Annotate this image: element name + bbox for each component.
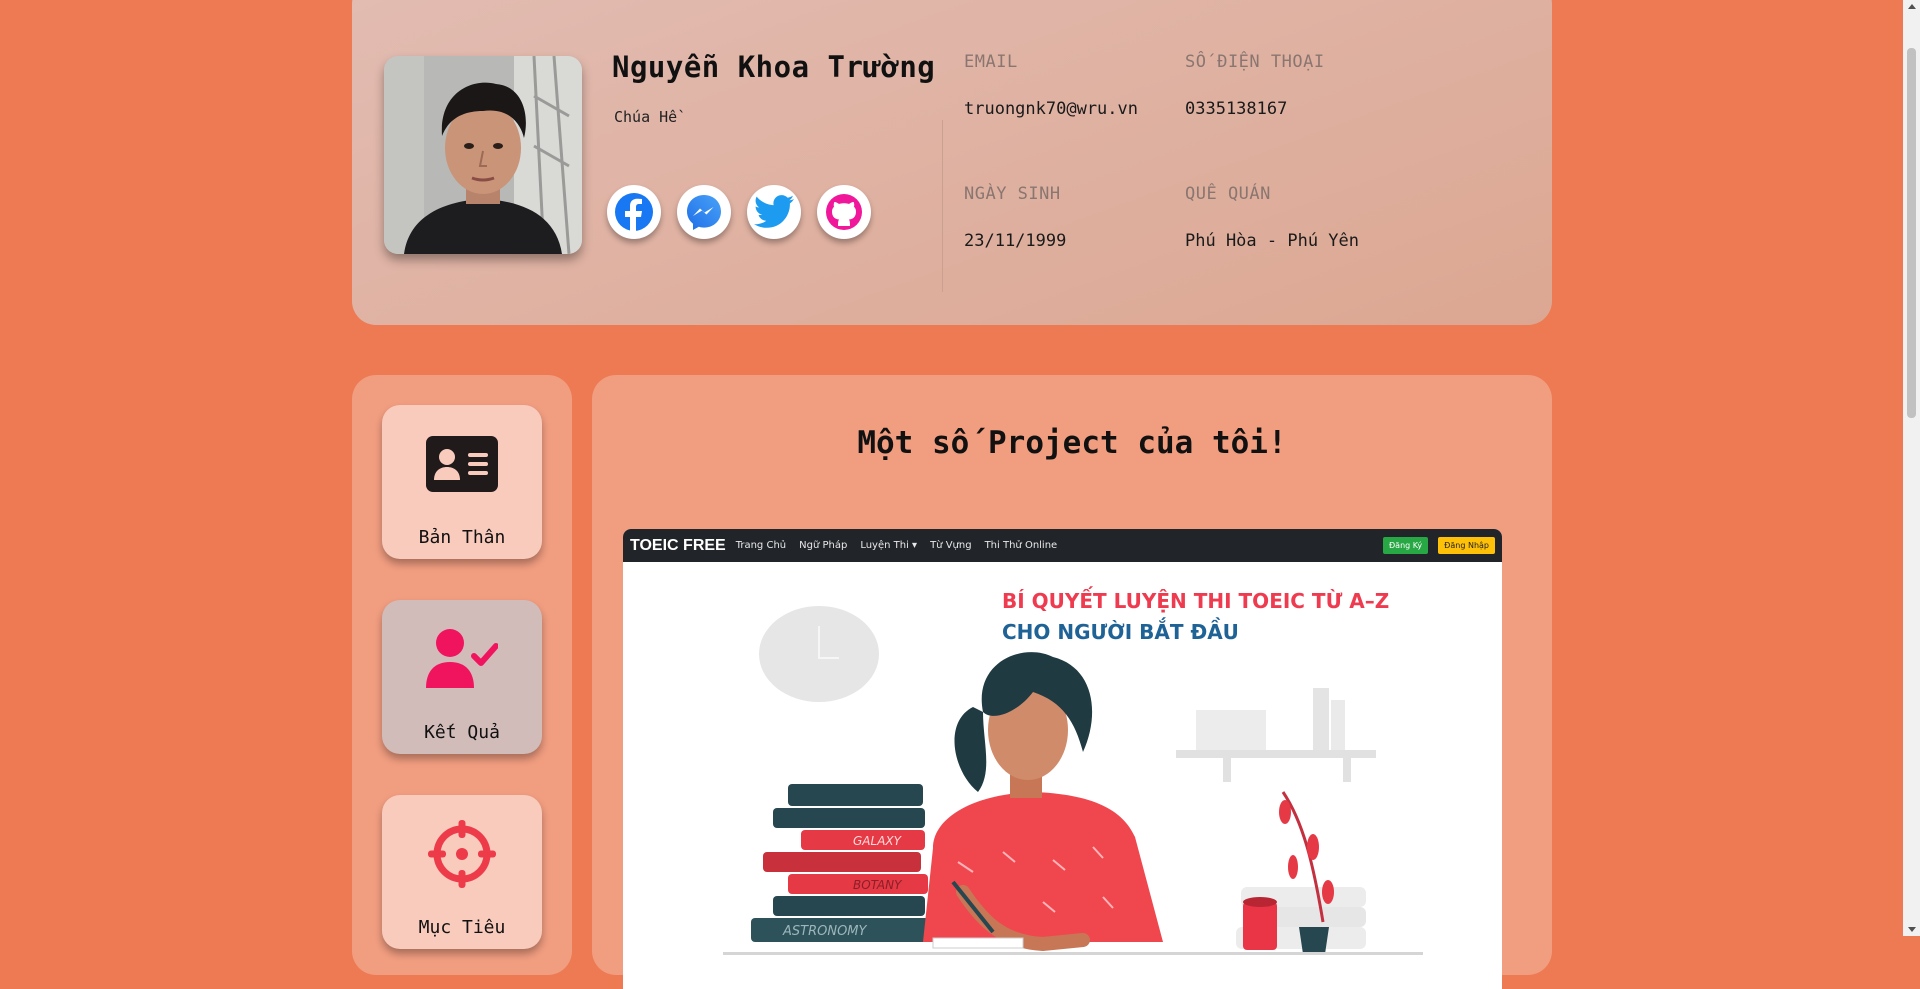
hero-title-line-2: CHO NGƯỜI BẮT ĐẦU [1002, 620, 1239, 644]
github-link[interactable] [817, 185, 871, 239]
id-card-icon [422, 429, 502, 499]
scroll-down-arrow-icon[interactable] [1908, 927, 1916, 932]
project-register-button: Đăng Ký [1382, 537, 1429, 554]
hometown-block: QUÊ QUÁN Phú Hòa - Phú Yên [1185, 184, 1359, 251]
sidebar-item-label: Mục Tiêu [418, 917, 506, 938]
profile-divider [942, 120, 943, 292]
book-label: BOTANY [853, 878, 903, 892]
project-brand: TOEIC FREE [630, 536, 726, 554]
user-check-icon [422, 624, 502, 694]
profile-name: Nguyễn Khoa Trường [612, 50, 936, 84]
main-panel: Một số Project của tôi! TOEIC FREE Trang… [592, 375, 1552, 989]
messenger-link[interactable] [677, 185, 731, 239]
hometown-label: QUÊ QUÁN [1185, 184, 1271, 204]
facebook-icon [615, 193, 653, 232]
sidebar-item-ban-than[interactable]: Bản Thân [382, 405, 542, 559]
project-nav-link: Từ Vựng [930, 540, 972, 551]
email-block: EMAIL truongnk70@wru.vn [964, 52, 1138, 119]
phone-value: 0335138167 [1185, 99, 1288, 119]
twitter-icon [754, 195, 794, 228]
birthday-label: NGÀY SINH [964, 184, 1061, 204]
book-label: GALAXY [853, 834, 903, 848]
book-label: ASTRONOMY [782, 924, 868, 939]
profile-subtitle: Chúa Hề [614, 108, 678, 126]
sidebar-item-label: Bản Thân [418, 527, 506, 548]
crosshair-icon [422, 819, 502, 889]
project-nav-link: Trang Chủ [735, 540, 787, 551]
phone-label: SỐ ĐIỆN THOẠI [1185, 52, 1325, 72]
project-preview[interactable]: TOEIC FREE Trang Chủ Ngữ Pháp Luyện Thi … [623, 529, 1502, 989]
github-icon [826, 194, 862, 230]
sidebar-item-label: Kết Quả [424, 722, 500, 743]
birthday-value: 23/11/1999 [964, 231, 1067, 251]
phone-block: SỐ ĐIỆN THOẠI 0335138167 [1185, 52, 1325, 119]
sidebar: Bản Thân Kết Quả Mục Tiêu [352, 375, 572, 975]
scroll-thumb[interactable] [1907, 48, 1916, 418]
email-value[interactable]: truongnk70@wru.vn [964, 99, 1138, 119]
hometown-value: Phú Hòa - Phú Yên [1185, 231, 1359, 251]
scroll-up-arrow-icon[interactable] [1908, 4, 1916, 9]
project-navbar: TOEIC FREE Trang Chủ Ngữ Pháp Luyện Thi … [623, 529, 1502, 562]
project-nav-link: Thi Thử Online [984, 540, 1058, 551]
project-login-button: Đăng Nhập [1438, 537, 1495, 554]
email-label: EMAIL [964, 52, 1018, 72]
sidebar-item-ket-qua[interactable]: Kết Quả [382, 600, 542, 754]
hero-title-line-1: BÍ QUYẾT LUYỆN THI TOEIC TỪ A–Z [1002, 589, 1390, 613]
sidebar-item-muc-tieu[interactable]: Mục Tiêu [382, 795, 542, 949]
page-scrollbar[interactable] [1903, 0, 1920, 936]
project-nav-link: Luyện Thi ▾ [860, 540, 918, 551]
page-title: Một số Project của tôi! [857, 425, 1287, 461]
social-links [607, 185, 871, 239]
avatar [384, 56, 582, 254]
birthday-block: NGÀY SINH 23/11/1999 [964, 184, 1066, 251]
project-nav-link: Ngữ Pháp [799, 540, 848, 551]
messenger-icon [687, 195, 721, 230]
facebook-link[interactable] [607, 185, 661, 239]
profile-card: Nguyễn Khoa Trường Chúa Hề EMAIL truongn… [352, 0, 1552, 325]
twitter-link[interactable] [747, 185, 801, 239]
